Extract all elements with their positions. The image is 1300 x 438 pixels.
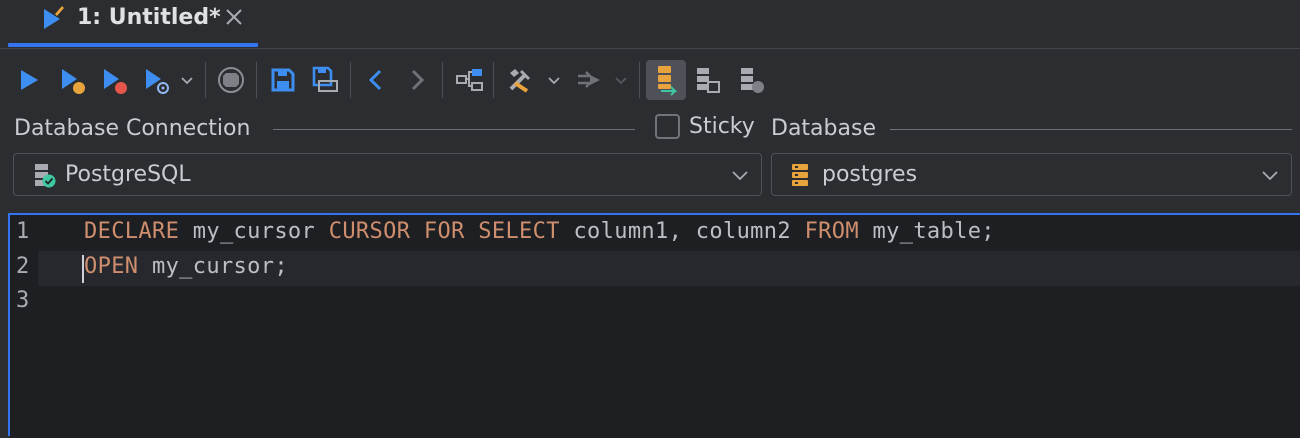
chevron-down-icon[interactable]	[547, 73, 561, 87]
toolbar	[0, 56, 1300, 104]
sql-text: my_cursor	[179, 219, 329, 244]
sql-text: column1, column2	[559, 219, 805, 244]
chevron-down-icon	[732, 171, 748, 181]
database-connection-label: Database Connection	[14, 116, 251, 141]
transfer-icon	[578, 71, 600, 88]
run-options-icon	[146, 69, 169, 94]
line-number: 3	[16, 288, 30, 313]
stop-button[interactable]	[214, 63, 248, 97]
editor-text-area[interactable]	[38, 215, 1300, 438]
results-sql-icon	[697, 68, 720, 93]
toolbar-separator	[256, 62, 257, 98]
explain-plan-button[interactable]	[452, 63, 486, 97]
sql-text: my_table;	[858, 219, 995, 244]
toolbar-separator	[350, 62, 351, 98]
results-params-button[interactable]	[735, 63, 769, 97]
line-number: 2	[16, 253, 30, 279]
transfer-button[interactable]	[572, 63, 606, 97]
results-sql-button[interactable]	[691, 63, 725, 97]
connection-select[interactable]: PostgreSQL	[13, 153, 762, 196]
toolbar-separator	[493, 62, 494, 98]
section-divider	[890, 129, 1292, 130]
editor-tab[interactable]: 1: Untitled*	[8, 0, 258, 48]
connection-value: PostgreSQL	[65, 162, 191, 187]
save-button[interactable]	[266, 63, 300, 97]
sticky-checkbox[interactable]	[655, 114, 680, 139]
sticky-label: Sticky	[689, 114, 755, 139]
sql-text: my_cursor;	[138, 253, 288, 279]
close-icon[interactable]	[224, 7, 244, 27]
tree-view-button[interactable]	[646, 60, 686, 100]
code-line[interactable]: OPEN my_cursor;	[84, 254, 288, 279]
chevron-down-icon[interactable]	[614, 73, 628, 87]
tab-title: 1: Untitled*	[77, 5, 221, 30]
sql-keyword: CURSOR FOR SELECT	[328, 219, 560, 244]
save-icon	[271, 68, 295, 92]
database-select[interactable]: postgres	[771, 153, 1292, 196]
run-button[interactable]	[12, 63, 46, 97]
text-cursor	[82, 255, 84, 283]
database-icon	[792, 164, 808, 186]
postgres-icon	[35, 164, 56, 188]
script-icon	[44, 5, 64, 29]
chevron-down-icon[interactable]	[180, 73, 194, 87]
tools-button[interactable]	[503, 63, 537, 97]
database-value: postgres	[822, 162, 918, 187]
toolbar-separator	[205, 62, 206, 98]
stop-icon	[218, 67, 244, 93]
forward-icon	[411, 69, 425, 91]
line-number: 1	[16, 219, 30, 244]
sql-keyword: DECLARE	[84, 219, 180, 244]
save-all-icon	[312, 66, 338, 92]
sql-keyword: FROM	[804, 219, 859, 244]
run-statement-icon	[62, 69, 85, 94]
toolbar-separator	[639, 62, 640, 98]
tab-bar: 1: Untitled*	[0, 0, 1300, 49]
explain-plan-icon	[456, 69, 483, 91]
run-options-button[interactable]	[139, 63, 173, 97]
back-button[interactable]	[359, 63, 393, 97]
sql-editor[interactable]: 1 2 3 DECLARE my_cursor CURSOR FOR SELECT …	[8, 213, 1300, 438]
results-params-icon	[741, 68, 764, 93]
tools-icon	[509, 69, 531, 93]
run-statement-button[interactable]	[55, 63, 89, 97]
toolbar-separator	[442, 62, 443, 98]
line-number-gutter	[10, 215, 38, 438]
database-label: Database	[771, 116, 876, 141]
back-icon	[368, 69, 382, 91]
run-icon	[21, 70, 38, 90]
save-all-button[interactable]	[308, 63, 342, 97]
chevron-down-icon	[1262, 171, 1278, 181]
run-selection-icon	[104, 69, 127, 94]
active-tab-indicator	[8, 43, 258, 47]
code-line[interactable]: DECLARE my_cursor CURSOR FOR SELECT colu…	[84, 219, 995, 244]
tree-view-icon	[658, 66, 678, 96]
run-selection-button[interactable]	[97, 63, 131, 97]
section-divider	[273, 129, 635, 130]
sql-keyword: OPEN	[84, 253, 139, 279]
forward-button[interactable]	[400, 63, 434, 97]
